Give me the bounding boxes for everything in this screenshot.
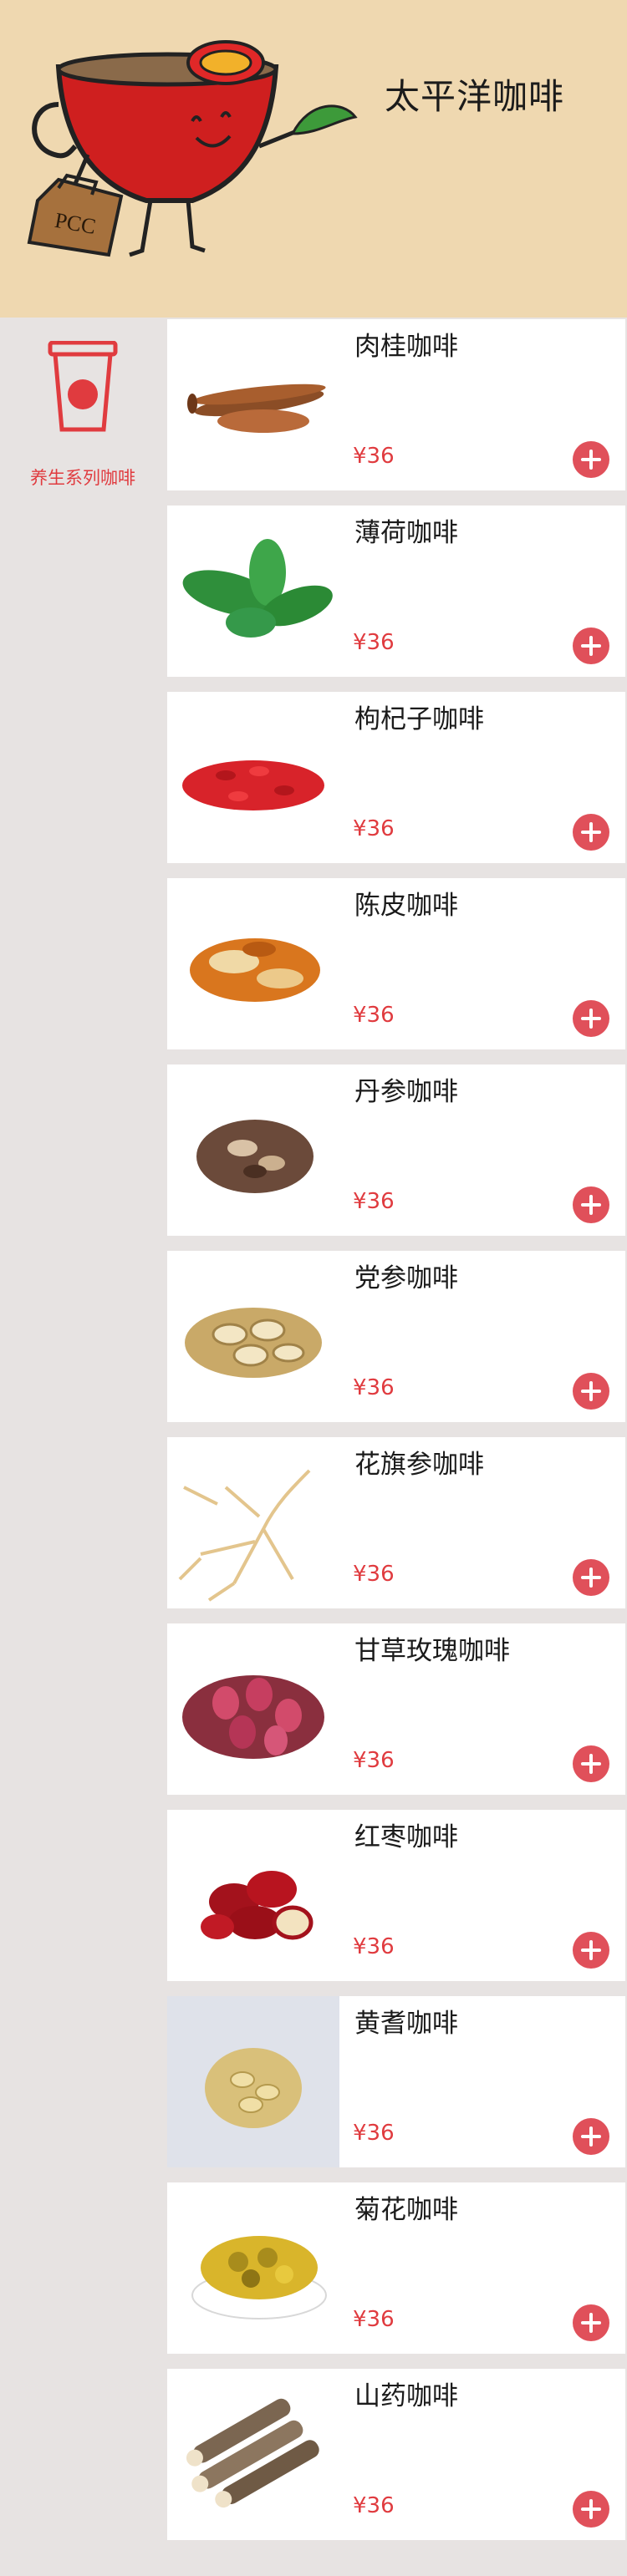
product-price: ¥36 (353, 816, 395, 841)
product-price: ¥36 (353, 1748, 395, 1773)
product-card[interactable]: 丹参咖啡 ¥36 (167, 1064, 625, 1236)
ginseng-image (167, 1437, 339, 1608)
product-name: 山药咖啡 (354, 2381, 458, 2411)
add-to-cart-button[interactable] (573, 1186, 609, 1223)
dangshen-image (167, 1251, 339, 1422)
product-card[interactable]: 肉桂咖啡 ¥36 (167, 319, 625, 490)
product-card[interactable]: 陈皮咖啡 ¥36 (167, 878, 625, 1049)
product-price: ¥36 (353, 2307, 395, 2332)
product-name: 黄耆咖啡 (354, 2009, 458, 2039)
product-card[interactable]: 甘草玫瑰咖啡 ¥36 (167, 1623, 625, 1795)
cinnamon-image (167, 319, 339, 490)
product-card[interactable]: 花旗参咖啡 ¥36 (167, 1437, 625, 1608)
menu-page: PCC 太平洋咖啡 养生系列咖啡 肉桂咖啡 ¥36 薄荷咖啡 ¥36 枸杞子咖啡 ¥36 陈… (0, 0, 627, 2576)
product-price: ¥36 (353, 1189, 395, 1214)
add-to-cart-button[interactable] (573, 441, 609, 478)
category-label: 养生系列咖啡 (30, 468, 135, 488)
goji-image (167, 692, 339, 863)
astragalus-image (167, 1996, 339, 2167)
product-name: 红枣咖啡 (354, 1822, 458, 1852)
product-card[interactable]: 山药咖啡 ¥36 (167, 2369, 625, 2540)
product-name: 甘草玫瑰咖啡 (354, 1636, 510, 1666)
product-card[interactable]: 薄荷咖啡 ¥36 (167, 506, 625, 677)
product-name: 菊花咖啡 (354, 2195, 458, 2225)
rose-bud-image (167, 1623, 339, 1795)
add-to-cart-button[interactable] (573, 1000, 609, 1037)
category-item-health-coffee[interactable]: 养生系列咖啡 (0, 341, 166, 488)
product-card[interactable]: 党参咖啡 ¥36 (167, 1251, 625, 1422)
product-price: ¥36 (353, 2493, 395, 2518)
product-name: 花旗参咖啡 (354, 1450, 484, 1480)
product-price: ¥36 (353, 2121, 395, 2146)
category-sidebar: 养生系列咖啡 (0, 318, 166, 2576)
product-price: ¥36 (353, 1375, 395, 1400)
product-price: ¥36 (353, 630, 395, 655)
product-card[interactable]: 枸杞子咖啡 ¥36 (167, 692, 625, 863)
product-name: 肉桂咖啡 (354, 332, 458, 362)
red-date-image (167, 1810, 339, 1981)
coffee-cup-icon (48, 341, 118, 432)
add-to-cart-button[interactable] (573, 2118, 609, 2155)
product-card[interactable]: 菊花咖啡 ¥36 (167, 2182, 625, 2354)
add-to-cart-button[interactable] (573, 1932, 609, 1969)
brand-title: 太平洋咖啡 (385, 76, 565, 117)
chrysanthemum-image (167, 2182, 339, 2354)
product-price: ¥36 (353, 444, 395, 469)
add-to-cart-button[interactable] (573, 1559, 609, 1596)
product-name: 薄荷咖啡 (354, 518, 458, 548)
orange-peel-image (167, 878, 339, 1049)
product-card[interactable]: 黄耆咖啡 ¥36 (167, 1996, 625, 2167)
product-name: 陈皮咖啡 (354, 891, 458, 921)
product-price: ¥36 (353, 1562, 395, 1587)
add-to-cart-button[interactable] (573, 627, 609, 664)
product-name: 枸杞子咖啡 (354, 704, 484, 734)
add-to-cart-button[interactable] (573, 2491, 609, 2528)
product-name: 丹参咖啡 (354, 1077, 458, 1107)
coffee-cup-mascot: PCC (27, 40, 358, 257)
add-to-cart-button[interactable] (573, 2304, 609, 2341)
danshen-image (167, 1064, 339, 1236)
header-banner: PCC 太平洋咖啡 (0, 0, 627, 318)
add-to-cart-button[interactable] (573, 814, 609, 851)
product-name: 党参咖啡 (354, 1263, 458, 1293)
product-price: ¥36 (353, 1003, 395, 1028)
yam-image (167, 2369, 339, 2540)
mint-image (167, 506, 339, 677)
add-to-cart-button[interactable] (573, 1373, 609, 1410)
add-to-cart-button[interactable] (573, 1745, 609, 1782)
product-price: ¥36 (353, 1934, 395, 1959)
product-card[interactable]: 红枣咖啡 ¥36 (167, 1810, 625, 1981)
